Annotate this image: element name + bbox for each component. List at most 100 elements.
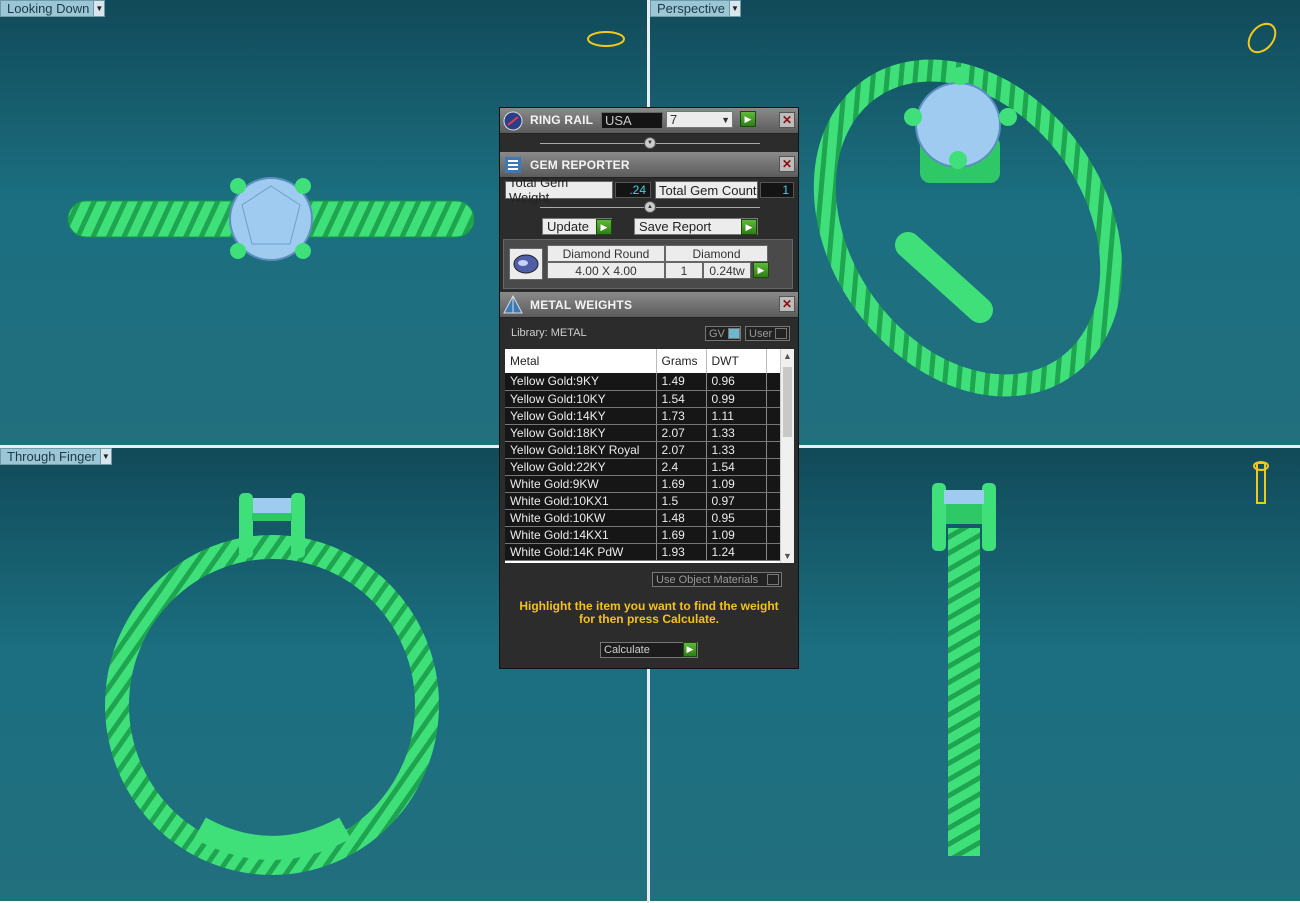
table-row[interactable]: White Gold:14K PdW 1.93 1.24 <box>505 543 780 561</box>
gv-toggle[interactable]: GV <box>705 326 741 341</box>
ring-rail-apply-button[interactable]: ▶ <box>740 111 756 127</box>
user-toggle[interactable]: User <box>745 326 790 341</box>
metal-cell: Yellow Gold:9KY <box>505 373 657 391</box>
grams-cell: 2.07 <box>656 424 707 442</box>
ring-rail-icon <box>501 109 525 133</box>
grams-cell: 2.07 <box>656 441 707 459</box>
metal-weights-header: METAL WEIGHTS ✕ <box>500 292 798 318</box>
table-row[interactable]: White Gold:10KW 1.48 0.95 <box>505 509 780 527</box>
gem-shape: Diamond Round <box>547 245 665 262</box>
grams-cell: 1.69 <box>656 526 707 544</box>
ring-rail-close-icon[interactable]: ✕ <box>779 112 795 128</box>
table-row[interactable]: White Gold:10KX1 1.5 0.97 <box>505 492 780 510</box>
spacer-cell <box>766 441 780 459</box>
view-label-text: Looking Down <box>7 1 90 16</box>
metal-table[interactable]: Metal Grams DWT Yellow Gold:9KY 1.49 0.96 Y… <box>505 349 794 563</box>
column-header-dwt[interactable]: DWT <box>706 349 767 373</box>
table-row[interactable]: Yellow Gold:9KY 1.49 0.96 <box>505 373 780 391</box>
grams-cell: 1.69 <box>656 475 707 493</box>
dwt-cell: 1.54 <box>706 458 767 476</box>
gem-reporter-collapse-icon[interactable]: ▲ <box>644 201 656 213</box>
table-row[interactable]: Yellow Gold:22KY 2.4 1.54 <box>505 458 780 476</box>
metal-weights-close-icon[interactable]: ✕ <box>779 296 795 312</box>
spacer-cell <box>766 475 780 493</box>
view-label-looking-down[interactable]: Looking Down ▼ <box>0 0 106 17</box>
grams-cell: 1.5 <box>656 492 707 510</box>
table-row[interactable]: White Gold:9KW 1.69 1.09 <box>505 475 780 493</box>
table-row[interactable]: Yellow Gold:18KY Royal 2.07 1.33 <box>505 441 780 459</box>
grams-cell: 2.4 <box>656 458 707 476</box>
ring-rail-title: RING RAIL <box>530 113 594 127</box>
view-label-text: Perspective <box>657 1 725 16</box>
gv-checkbox[interactable] <box>727 328 740 339</box>
gem-entry[interactable]: Diamond Round 4.00 X 4.00 Diamond 1 0.24… <box>503 239 793 289</box>
ring-size-select[interactable]: 7 ▼ <box>666 111 733 128</box>
spacer-cell <box>766 424 780 442</box>
gem-select-go-icon[interactable]: ▶ <box>753 262 769 278</box>
spacer-cell <box>766 543 780 561</box>
gem-weight: 0.24tw <box>703 262 751 279</box>
spacer-cell <box>766 390 780 408</box>
table-header-row: Metal Grams DWT <box>505 349 780 373</box>
table-row[interactable]: Yellow Gold:10KY 1.54 0.99 <box>505 390 780 408</box>
view-label-perspective[interactable]: Perspective ▼ <box>650 0 741 17</box>
view-dropdown-icon[interactable]: ▼ <box>99 449 111 464</box>
total-gem-weight-label: Total Gem Weight <box>505 175 613 205</box>
ring-size-region-input[interactable]: USA <box>601 112 663 129</box>
view-label-through-finger[interactable]: Through Finger ▼ <box>0 448 112 465</box>
total-gem-count-value: 1 <box>760 182 794 198</box>
total-gem-weight-value: .24 <box>615 182 651 198</box>
table-row[interactable]: White Gold:14KX1 1.69 1.09 <box>505 526 780 544</box>
table-row[interactable]: Yellow Gold:18KY 2.07 1.33 <box>505 424 780 442</box>
table-scrollbar[interactable]: ▲ ▼ <box>780 349 794 563</box>
column-header-grams[interactable]: Grams <box>656 349 707 373</box>
gv-toggle-label: GV <box>709 327 725 340</box>
spacer-cell <box>766 407 780 425</box>
grams-cell: 1.54 <box>656 390 707 408</box>
update-go-icon[interactable]: ▶ <box>596 219 612 235</box>
update-label: Update <box>547 219 589 234</box>
column-header-metal[interactable]: Metal <box>505 349 657 373</box>
gem-type: Diamond <box>665 245 768 262</box>
user-checkbox[interactable] <box>775 328 788 339</box>
scroll-thumb[interactable] <box>783 367 792 437</box>
use-object-materials-label: Use Object Materials <box>656 573 759 586</box>
ring-rail-collapse-icon[interactable]: ▼ <box>644 137 656 149</box>
gem-count: 1 <box>665 262 703 279</box>
scroll-down-icon[interactable]: ▼ <box>781 549 794 563</box>
view-label-text: Through Finger <box>7 449 96 464</box>
view-dropdown-icon[interactable]: ▼ <box>93 1 105 16</box>
view-dropdown-icon[interactable]: ▼ <box>728 1 740 16</box>
metal-cell: Yellow Gold:10KY <box>505 390 657 408</box>
dwt-cell: 1.11 <box>706 407 767 425</box>
ring-size-value: 7 <box>670 112 678 127</box>
tool-panel: RING RAIL USA 7 ▼ ▶ ✕ ▼ GEM REPORTER ✕ T… <box>499 107 799 669</box>
dwt-cell: 1.33 <box>706 441 767 459</box>
grams-cell: 1.73 <box>656 407 707 425</box>
use-object-materials-checkbox[interactable] <box>767 574 779 585</box>
chevron-down-icon: ▼ <box>721 114 730 125</box>
table-row[interactable]: Yellow Gold:14KY 1.73 1.11 <box>505 407 780 425</box>
grams-cell: 1.48 <box>656 509 707 527</box>
metal-cell: White Gold:14KX1 <box>505 526 657 544</box>
save-report-button[interactable]: Save Report <box>634 218 758 235</box>
grams-cell: 1.93 <box>656 543 707 561</box>
save-report-go-icon[interactable]: ▶ <box>741 219 757 235</box>
dwt-cell: 1.09 <box>706 475 767 493</box>
spacer-cell <box>766 458 780 476</box>
user-toggle-label: User <box>749 327 773 340</box>
dwt-cell: 0.96 <box>706 373 767 391</box>
spacer-cell <box>766 509 780 527</box>
dwt-cell: 1.09 <box>706 526 767 544</box>
gem-reporter-close-icon[interactable]: ✕ <box>779 156 795 172</box>
dwt-cell: 0.99 <box>706 390 767 408</box>
library-label: Library: METAL <box>511 327 587 339</box>
dwt-cell: 0.95 <box>706 509 767 527</box>
use-object-materials-toggle[interactable]: Use Object Materials <box>652 572 782 587</box>
scroll-up-icon[interactable]: ▲ <box>781 349 794 363</box>
column-header-spacer <box>766 349 780 373</box>
calculate-go-icon[interactable]: ▶ <box>683 642 697 657</box>
dwt-cell: 1.33 <box>706 424 767 442</box>
spacer-cell <box>766 526 780 544</box>
calculate-hint: Highlight the item you want to find the … <box>519 599 779 626</box>
